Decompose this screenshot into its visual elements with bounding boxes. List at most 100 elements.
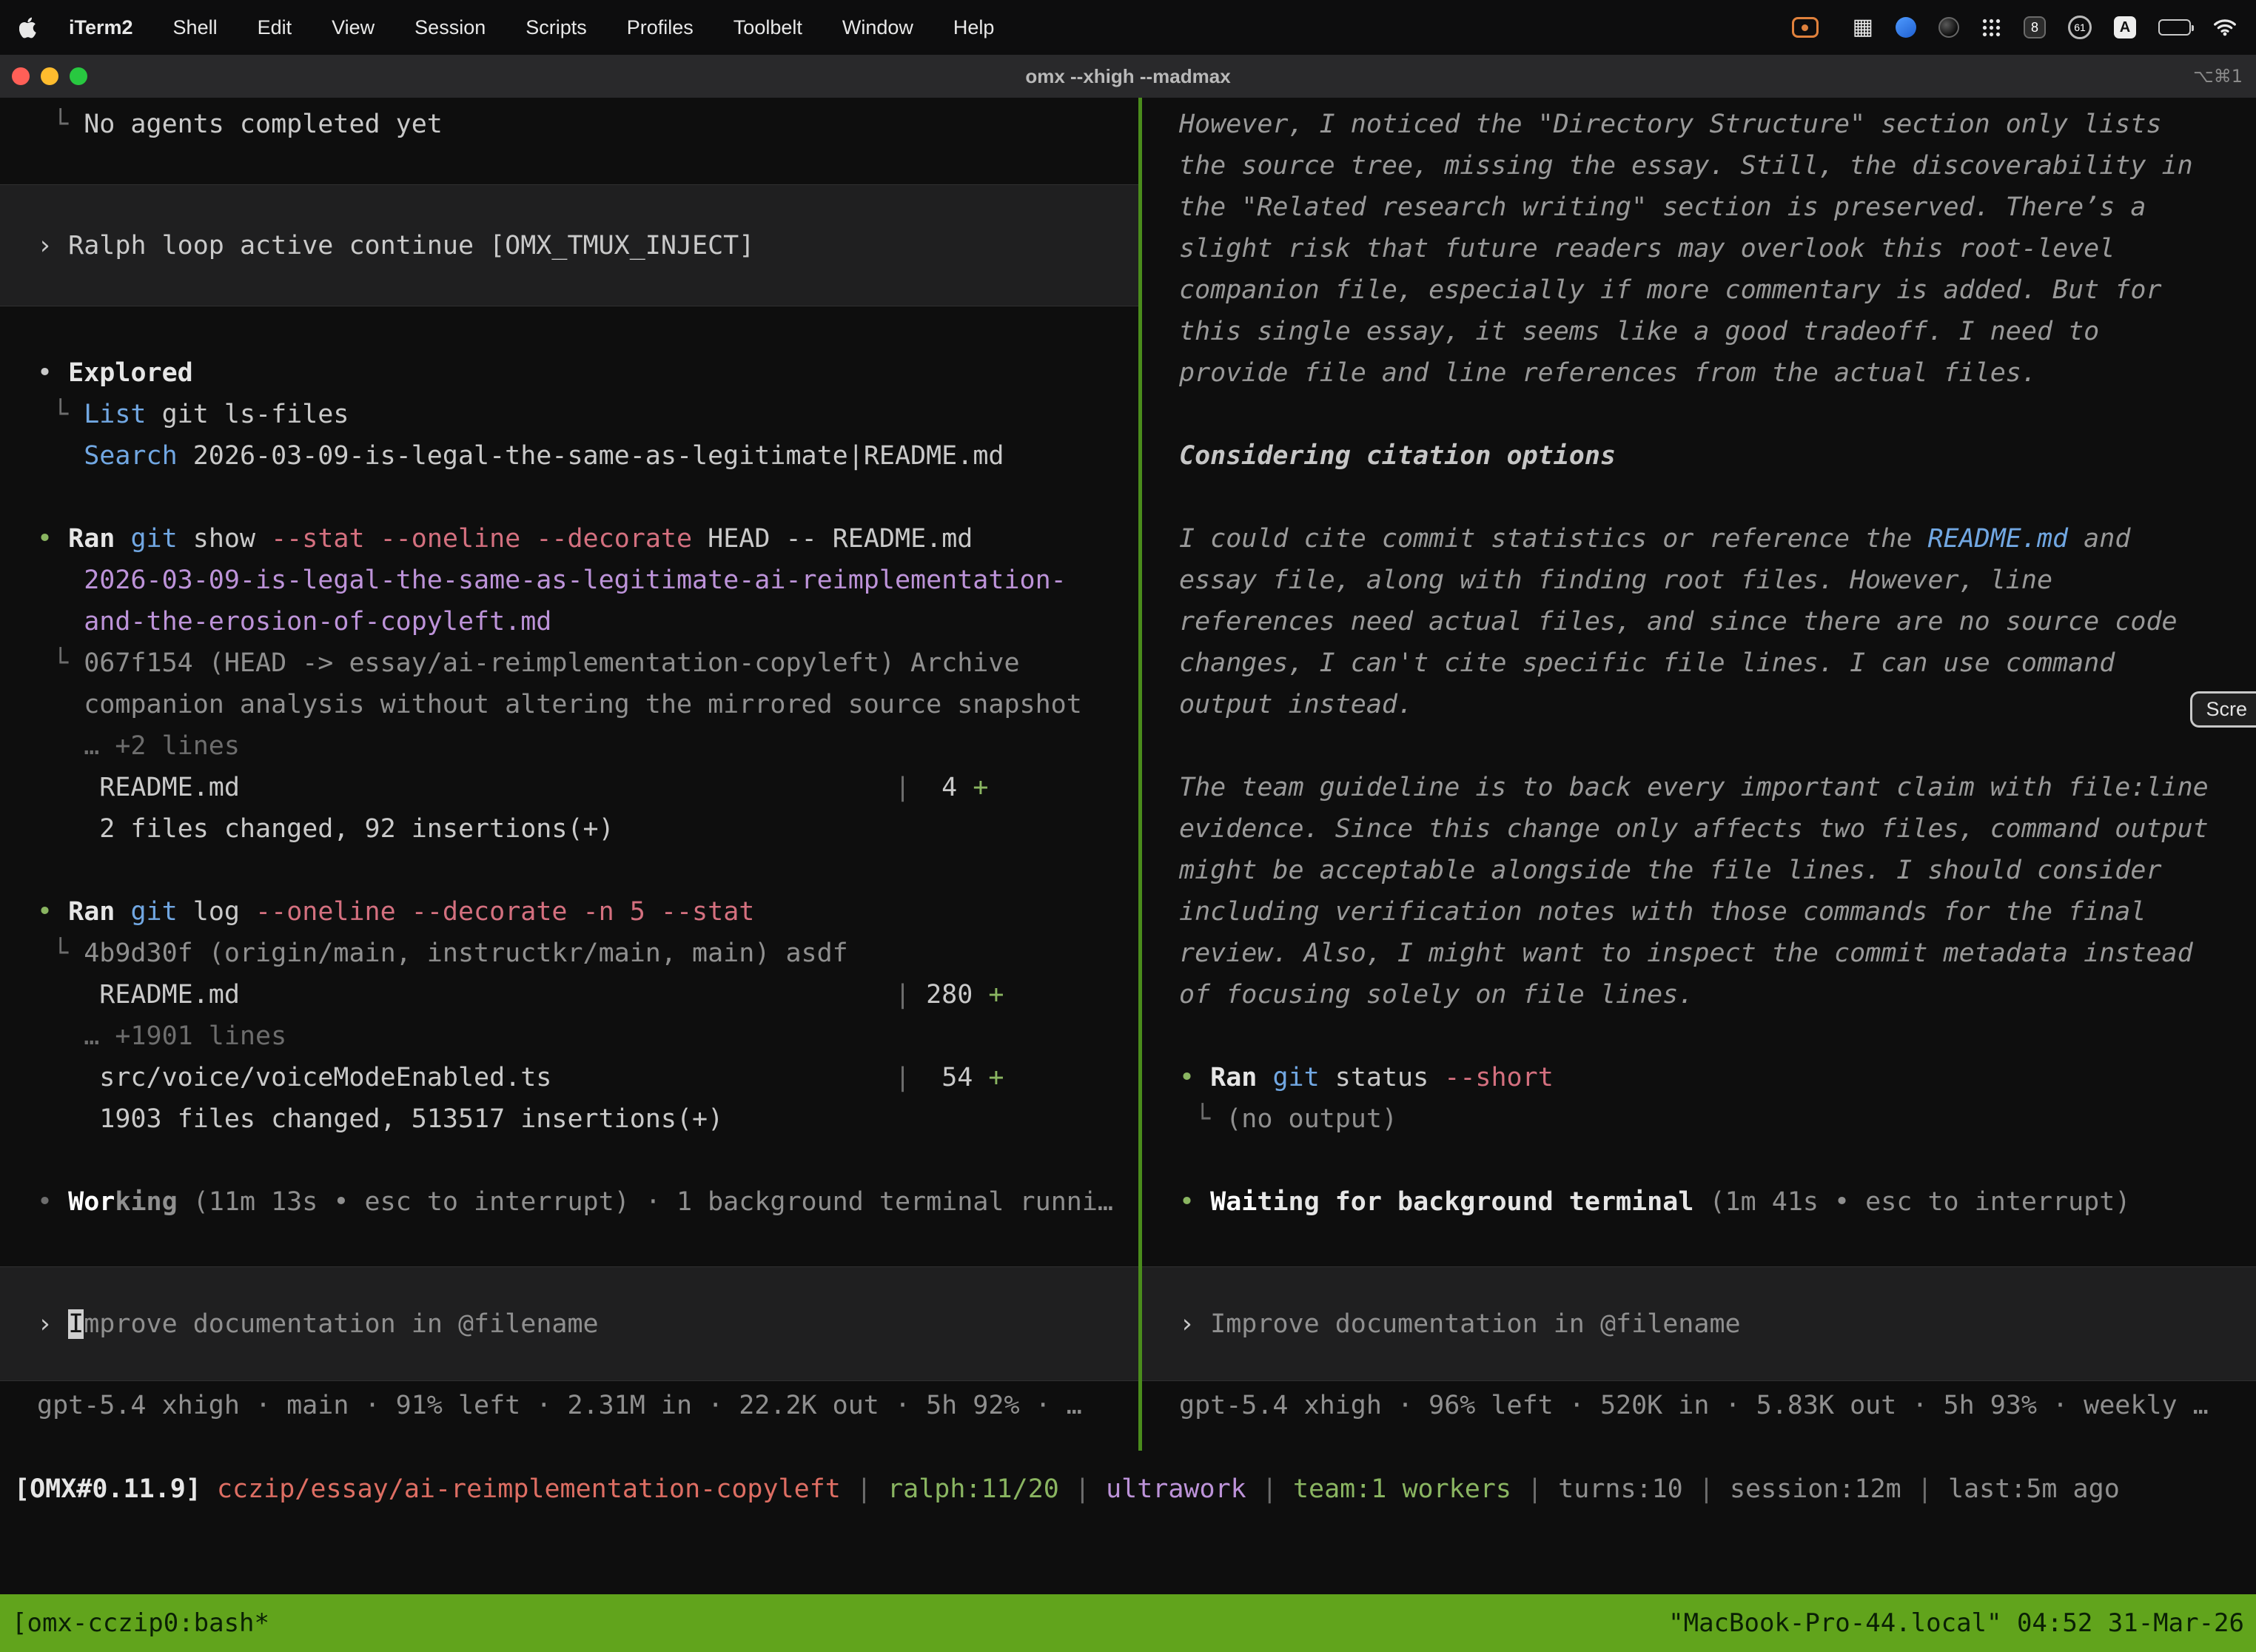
- dark-app-icon[interactable]: [1938, 17, 1959, 38]
- grid-app-icon[interactable]: ▦: [1853, 16, 1873, 38]
- terminal-line: 2 files changed, 92 insertions(+): [0, 808, 1138, 850]
- terminal-line: └ 067f154 (HEAD -> essay/ai-reimplementa…: [0, 642, 1138, 684]
- menu-item-scripts[interactable]: Scripts: [526, 16, 587, 39]
- menu-item-help[interactable]: Help: [953, 16, 995, 39]
- pane-status-right: gpt-5.4 xhigh · 96% left · 520K in · 5.8…: [1142, 1385, 2256, 1426]
- terminal-line: • Explored: [0, 352, 1138, 394]
- terminal-line: [1142, 477, 2256, 518]
- terminal-line: slight risk that future readers may over…: [1142, 228, 2256, 269]
- terminal-line: [0, 850, 1138, 891]
- blue-app-icon[interactable]: [1896, 17, 1916, 38]
- terminal-line: I could cite commit statistics or refere…: [1142, 518, 2256, 560]
- record-dot-icon: [1802, 24, 1808, 31]
- left-pane-body: • Explored └ List git ls-files Search 20…: [0, 352, 1138, 1223]
- terminal-line: companion file, especially if more comme…: [1142, 269, 2256, 311]
- terminal-line: of focusing solely on file lines.: [1142, 974, 2256, 1015]
- terminal-line: › Ralph loop active continue [OMX_TMUX_I…: [0, 225, 1138, 266]
- screen-capture-overlay-button[interactable]: Scre: [2190, 691, 2256, 728]
- left-pane[interactable]: └ No agents completed yet › Ralph loop a…: [0, 98, 1138, 1451]
- tmux-session-label: [omx-cczip0:bash*: [12, 1608, 269, 1638]
- battery-icon[interactable]: [2158, 19, 2191, 36]
- terminal-line: Considering citation options: [1142, 435, 2256, 477]
- terminal-line: essay file, along with finding root file…: [1142, 560, 2256, 601]
- terminal-line: [1142, 725, 2256, 767]
- terminal-line: might be acceptable alongside the file l…: [1142, 850, 2256, 891]
- pane-status-left: gpt-5.4 xhigh · main · 91% left · 2.31M …: [0, 1385, 1138, 1426]
- terminal-line: review. Also, I might want to inspect th…: [1142, 933, 2256, 974]
- menu-item-edit[interactable]: Edit: [258, 16, 292, 39]
- tmux-host-time-label: "MacBook-Pro-44.local" 04:52 31-Mar-26: [1668, 1608, 2244, 1638]
- right-pane-body: However, I noticed the "Directory Struct…: [1142, 104, 2256, 1223]
- terminal-line: 2026-03-09-is-legal-the-same-as-legitima…: [0, 560, 1138, 601]
- terminal-line: [1142, 1140, 2256, 1181]
- prompt-input-right[interactable]: › Improve documentation in @filename: [1142, 1266, 2256, 1381]
- terminal-line: … +1901 lines: [0, 1015, 1138, 1057]
- terminal-line: this single essay, it seems like a good …: [1142, 311, 2256, 352]
- terminal-line: • Waiting for background terminal (1m 41…: [1142, 1181, 2256, 1223]
- terminal-line: [OMX#0.11.9] cczip/essay/ai-reimplementa…: [0, 1468, 2256, 1510]
- ralph-inject-banner: › Ralph loop active continue [OMX_TMUX_I…: [0, 184, 1138, 306]
- terminal-line: output instead.: [1142, 684, 2256, 725]
- window-title: omx --xhigh --madmax: [0, 65, 2256, 88]
- wifi-icon[interactable]: [2213, 18, 2237, 37]
- input-source-icon[interactable]: A: [2114, 16, 2136, 38]
- terminal-line: └ (no output): [1142, 1098, 2256, 1140]
- terminal-line: including verification notes with those …: [1142, 891, 2256, 933]
- terminal-line: … +2 lines: [0, 725, 1138, 767]
- terminal-line: • Ran git show --stat --oneline --decora…: [0, 518, 1138, 560]
- screen: iTerm2 Shell Edit View Session Scripts Profil…: [0, 0, 2256, 1652]
- menu-status-icons: ▦ 8 61 A: [1792, 16, 2237, 39]
- right-pane[interactable]: However, I noticed the "Directory Struct…: [1142, 98, 2256, 1451]
- menu-item-toolbelt[interactable]: Toolbelt: [733, 16, 802, 39]
- terminal-line: [1142, 394, 2256, 435]
- battery-percent-badge-icon[interactable]: 61: [2068, 16, 2092, 39]
- title-bar[interactable]: omx --xhigh --madmax ⌥⌘1: [0, 55, 2256, 98]
- terminal-line: • Ran git status --short: [1142, 1057, 2256, 1098]
- terminal-line: [1142, 1015, 2256, 1057]
- keycap-8-icon[interactable]: 8: [2024, 16, 2046, 38]
- terminal-line: README.md | 280 +: [0, 974, 1138, 1015]
- terminal-line: [0, 477, 1138, 518]
- terminal-line: evidence. Since this change only affects…: [1142, 808, 2256, 850]
- prompt-input-left[interactable]: › Improve documentation in @filename: [0, 1266, 1138, 1381]
- terminal-line: The team guideline is to back every impo…: [1142, 767, 2256, 808]
- terminal-line: and-the-erosion-of-copyleft.md: [0, 601, 1138, 642]
- terminal-line: the "Related research writing" section i…: [1142, 187, 2256, 228]
- terminal-line: 1903 files changed, 513517 insertions(+): [0, 1098, 1138, 1140]
- app-menu-iterm2[interactable]: iTerm2: [69, 16, 133, 39]
- terminal-line: [0, 1140, 1138, 1181]
- menu-item-shell[interactable]: Shell: [173, 16, 218, 39]
- terminal-line: └ 4b9d30f (origin/main, instructkr/main,…: [0, 933, 1138, 974]
- terminal-line: › Improve documentation in @filename: [0, 1303, 1138, 1345]
- omx-status-bar: [OMX#0.11.9] cczip/essay/ai-reimplementa…: [0, 1468, 2256, 1510]
- apple-menu[interactable]: [19, 16, 39, 39]
- window-shortcut: ⌥⌘1: [2193, 66, 2243, 87]
- menu-item-window[interactable]: Window: [842, 16, 913, 39]
- terminal-line: the source tree, missing the essay. Stil…: [1142, 145, 2256, 187]
- menu-bar: iTerm2 Shell Edit View Session Scripts Profil…: [0, 0, 2256, 55]
- apple-icon: [19, 16, 39, 39]
- terminal-line: › Improve documentation in @filename: [1142, 1303, 2256, 1345]
- menu-item-session[interactable]: Session: [414, 16, 486, 39]
- left-pane-prelines: └ No agents completed yet: [0, 104, 1138, 145]
- tmux-status-bar: [omx-cczip0:bash* "MacBook-Pro-44.local"…: [0, 1594, 2256, 1652]
- terminal-line: companion analysis without altering the …: [0, 684, 1138, 725]
- menu-item-profiles[interactable]: Profiles: [627, 16, 694, 39]
- terminal: └ No agents completed yet › Ralph loop a…: [0, 98, 2256, 1652]
- screen-recording-indicator-icon[interactable]: [1792, 17, 1819, 38]
- terminal-line: • Working (11m 13s • esc to interrupt) ·…: [0, 1181, 1138, 1223]
- terminal-line: However, I noticed the "Directory Struct…: [1142, 104, 2256, 145]
- menu-item-view[interactable]: View: [332, 16, 375, 39]
- terminal-line: gpt-5.4 xhigh · 96% left · 520K in · 5.8…: [1142, 1385, 2256, 1426]
- terminal-line: └ No agents completed yet: [0, 104, 1138, 145]
- terminal-line: └ List git ls-files: [0, 394, 1138, 435]
- terminal-line: changes, I can't cite specific file line…: [1142, 642, 2256, 684]
- menu-items: Shell Edit View Session Scripts Profiles Toolb…: [173, 16, 995, 39]
- terminal-line: Search 2026-03-09-is-legal-the-same-as-l…: [0, 435, 1138, 477]
- terminal-line: src/voice/voiceModeEnabled.ts | 54 +: [0, 1057, 1138, 1098]
- terminal-line: provide file and line references from th…: [1142, 352, 2256, 394]
- dots-grid-icon[interactable]: [1981, 18, 2001, 38]
- terminal-line: gpt-5.4 xhigh · main · 91% left · 2.31M …: [0, 1385, 1138, 1426]
- terminal-line: references need actual files, and since …: [1142, 601, 2256, 642]
- terminal-line: README.md | 4 +: [0, 767, 1138, 808]
